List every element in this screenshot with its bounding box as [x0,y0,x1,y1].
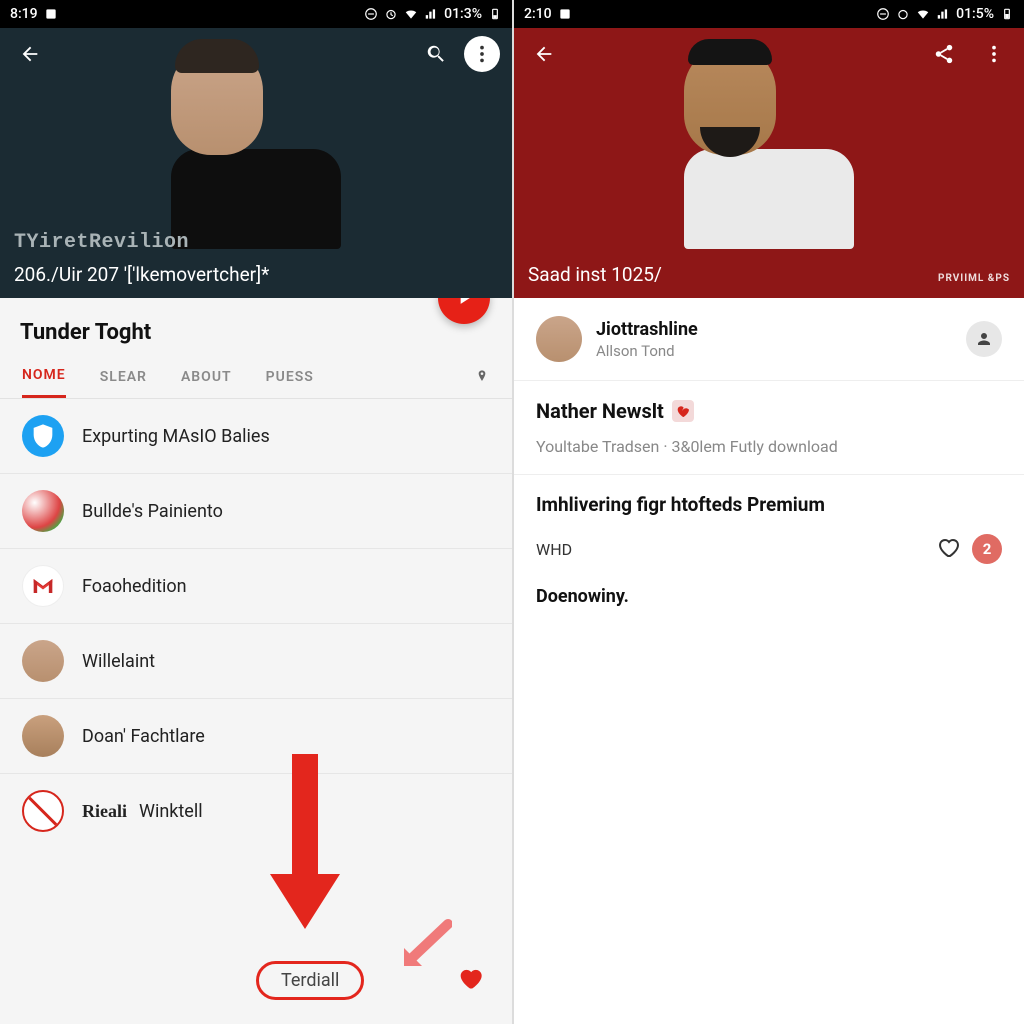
tab-overflow[interactable] [474,369,490,389]
dnd-icon [876,7,890,21]
subscribe-button[interactable] [966,321,1002,357]
list-item[interactable]: Rieali Winktell [0,774,512,848]
channel-title: Tunder Toght [0,298,512,359]
back-icon [19,43,41,65]
wifi-icon [404,7,418,21]
share-button[interactable] [926,36,962,72]
hero-subtitle: 206./Uir 207 '['lkemovertcher]* [14,263,269,286]
section-title: Nather Newslt [536,399,664,423]
list-item-label: Doan' Fachtlare [82,726,205,747]
share-icon [933,43,955,65]
premium-section: Imhlivering figr htofteds Premium WHD 2 … [514,475,1024,607]
notification-icon [44,7,58,21]
heart-outline-icon [936,535,960,559]
more-icon [471,43,493,65]
more-icon [983,43,1005,65]
status-time: 2:10 [524,6,552,22]
more-button[interactable] [464,36,500,72]
avatar [22,640,64,682]
status-time: 8:19 [10,6,38,22]
list-item-label: Willelaint [82,651,155,672]
person-icon [975,330,993,348]
list-item[interactable]: Doan' Fachtlare [0,699,512,774]
list-item-label: Expurting MAsIO Balies [82,426,270,447]
left-screenshot: 8:19 01:3% [0,0,512,1024]
video-hero[interactable]: TYiretRevilion 206./Uir 207 '['lkemovert… [0,28,512,298]
signal-icon [424,7,438,21]
battery-icon [488,7,502,21]
thumbnail-person [684,45,854,249]
right-screenshot: 2:10 01:5% [512,0,1024,1024]
video-detail: Jiottrashline Allson Tond Nather Newslt … [514,298,1024,1024]
no-entry-icon [22,790,64,832]
tab-bar: NOME SLEAR ABOUT PUESS [0,359,512,399]
content-list: Expurting MAsIO Balies Bullde's Painient… [0,399,512,1024]
broken-heart-icon [672,400,694,422]
list-item[interactable]: Expurting MAsIO Balies [0,399,512,474]
list-item-prefix: Rieali [82,801,127,822]
avatar [22,490,64,532]
notification-icon [558,7,572,21]
signal-icon [936,7,950,21]
status-battery: 01:3% [444,6,482,22]
avatar [22,715,64,757]
channel-name: Jiottrashline [596,319,698,340]
thumbnail-person [171,45,341,249]
alarm-icon [384,7,398,21]
count-badge: 2 [972,534,1002,564]
tab-home[interactable]: NOME [22,359,66,398]
channel-subtitle: Allson Tond [596,342,698,360]
shield-icon [22,415,64,457]
list-item-label: Winktell [139,801,203,822]
battery-icon [1000,7,1014,21]
list-item-label: Foaohedition [82,576,187,597]
list-item-label: Bullde's Painiento [82,501,223,522]
status-bar: 2:10 01:5% [514,0,1024,28]
back-button[interactable] [12,36,48,72]
search-icon [425,43,447,65]
play-icon [454,298,474,308]
premium-title: Imhlivering figr htofteds Premium [536,493,1002,516]
list-item[interactable]: Bullde's Painiento [0,474,512,549]
premium-line-label: WHD [536,540,572,559]
gmail-icon [22,565,64,607]
premium-final: Doenowiny. [536,586,1002,607]
more-button[interactable] [976,36,1012,72]
hero-subtitle: Saad inst 1025/ [528,263,662,286]
channel-avatar [536,316,582,362]
tab-slear[interactable]: SLEAR [100,361,147,397]
list-item[interactable]: Willelaint [0,624,512,699]
list-item[interactable]: Foaohedition [0,549,512,624]
dnd-icon [364,7,378,21]
wifi-icon [916,7,930,21]
search-button[interactable] [418,36,454,72]
news-section: Nather Newslt Youltabe Tradsen · 3&0lem … [514,381,1024,475]
video-hero[interactable]: Saad inst 1025/ PRVIIML &PS [514,28,1024,298]
hero-watermark: TYiretRevilion [14,231,189,254]
channel-panel: Tunder Toght NOME SLEAR ABOUT PUESS Expu… [0,298,512,1024]
channel-row[interactable]: Jiottrashline Allson Tond [514,298,1024,381]
status-battery: 01:5% [956,6,994,22]
tab-about[interactable]: ABOUT [181,361,232,397]
back-icon [533,43,555,65]
status-bar: 8:19 01:3% [0,0,512,28]
callout-pill[interactable]: Terdiall [256,961,364,1000]
like-button[interactable] [936,535,960,563]
hero-badge: PRVIIML &PS [938,273,1010,284]
pin-icon [474,369,490,385]
back-button[interactable] [526,36,562,72]
section-subtitle: Youltabe Tradsen · 3&0lem Futly download [536,437,1002,456]
tab-puess[interactable]: PUESS [266,361,314,397]
alarm-icon [896,7,910,21]
